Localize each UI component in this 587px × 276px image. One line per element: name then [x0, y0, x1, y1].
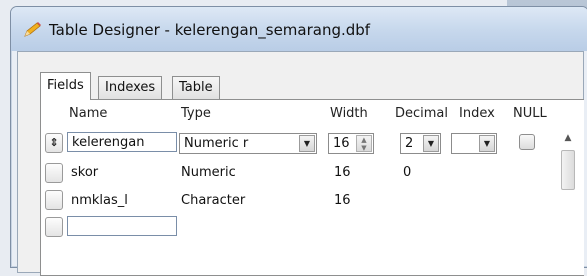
field-width-spinner[interactable]: 16 ▲ ▼	[328, 133, 374, 154]
tab-indexes[interactable]: Indexes	[98, 76, 163, 99]
tab-table[interactable]: Table	[172, 76, 220, 99]
field-decimal-select[interactable]: 2 ▼	[400, 133, 441, 154]
tab-fields[interactable]: Fields	[40, 72, 91, 100]
row-selector[interactable]	[45, 163, 63, 183]
spin-arrows-icon[interactable]: ▲ ▼	[356, 135, 372, 152]
field-name-cell[interactable]: skor	[71, 165, 98, 180]
column-header-width: Width	[330, 106, 368, 121]
field-width-value: 16	[333, 136, 350, 151]
chevron-down-icon[interactable]: ▼	[299, 135, 315, 152]
field-decimal-value: 2	[405, 136, 414, 151]
field-type-cell[interactable]: Numeric	[181, 165, 236, 180]
field-name-cell[interactable]: nmklas_l	[71, 193, 128, 208]
field-width-cell[interactable]: 16	[334, 193, 351, 208]
field-type-value: Numeric r	[184, 136, 249, 151]
row-mover-button[interactable]: ⇕	[45, 133, 63, 153]
scroll-thumb[interactable]	[561, 150, 575, 190]
scroll-up-arrow-icon[interactable]: ▲	[560, 130, 576, 146]
field-decimal-cell[interactable]: 0	[403, 165, 411, 180]
field-type-cell[interactable]: Character	[181, 193, 245, 208]
column-header-null: NULL	[513, 106, 547, 121]
table-designer-window: Table Designer - kelerengan_semarang.dbf…	[10, 6, 587, 276]
field-width-cell[interactable]: 16	[334, 165, 351, 180]
column-header-index: Index	[459, 106, 495, 121]
new-field-name-input[interactable]	[67, 216, 177, 236]
chevron-down-icon[interactable]: ▼	[479, 135, 495, 152]
vertical-scrollbar[interactable]: ▲	[560, 130, 576, 270]
null-checkbox[interactable]	[519, 134, 535, 150]
window-title: Table Designer - kelerengan_semarang.dbf	[49, 21, 371, 39]
pencil-icon	[24, 22, 41, 37]
chevron-down-icon[interactable]: ▼	[423, 135, 439, 152]
dialog-content: Fields Indexes Table Name Type Width Dec…	[17, 51, 584, 276]
row-selector[interactable]	[45, 190, 63, 210]
title-bar[interactable]: Table Designer - kelerengan_semarang.dbf	[11, 7, 587, 51]
fields-panel: Name Type Width Decimal Index NULL ⇕ kel…	[40, 99, 584, 276]
updown-arrows-icon: ⇕	[49, 136, 59, 149]
column-header-type: Type	[181, 106, 211, 121]
field-name-input[interactable]: kelerengan	[67, 132, 177, 152]
field-index-select[interactable]: ▼	[451, 133, 497, 154]
row-selector[interactable]	[45, 217, 63, 237]
column-header-decimal: Decimal	[395, 106, 449, 121]
field-type-select[interactable]: Numeric r ▼	[179, 133, 317, 154]
column-header-name: Name	[69, 106, 108, 121]
